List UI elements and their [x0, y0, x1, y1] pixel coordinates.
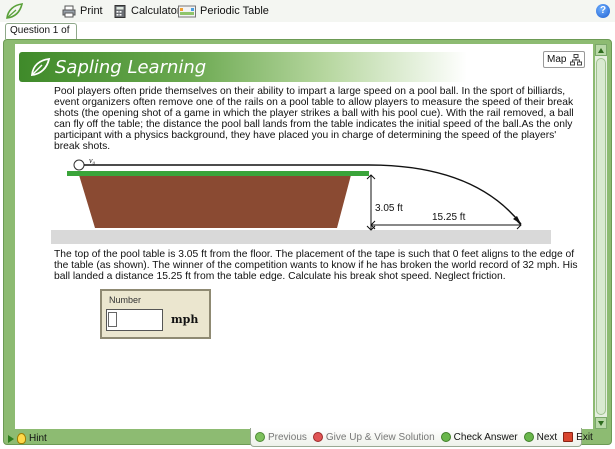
map-button[interactable]: Map [543, 51, 585, 68]
sapling-leaf-icon [30, 57, 51, 77]
lightbulb-icon [17, 433, 26, 444]
periodic-table-icon [178, 5, 196, 17]
check-answer-button[interactable]: Check Answer [440, 431, 518, 443]
print-label: Print [80, 5, 103, 17]
exit-button[interactable]: Exit [563, 432, 593, 443]
top-toolbar: Print Calculator Periodic Table ? [0, 0, 615, 22]
sapling-leaf-icon [6, 3, 24, 19]
checkmark-icon [440, 432, 451, 442]
action-bar: Previous Give Up & View Solution Check A… [250, 428, 593, 447]
give-up-icon [312, 432, 323, 442]
next-button[interactable]: Next [523, 431, 558, 443]
arrow-up-icon [598, 48, 604, 53]
answer-label: Number [109, 295, 142, 305]
next-icon [523, 432, 534, 442]
vertical-scrollbar[interactable] [595, 44, 607, 429]
give-up-label: Give Up & View Solution [325, 431, 435, 443]
question-body: The top of the pool table is 3.05 ft fro… [54, 249, 578, 282]
answer-box: Number mph [100, 289, 211, 339]
header-banner: Sapling Learning [19, 52, 579, 82]
previous-label: Previous [268, 431, 307, 443]
question-panel: Sapling Learning Map Pool players often … [15, 44, 593, 429]
calculator-button[interactable]: Calculator [113, 3, 181, 19]
help-icon[interactable]: ? [596, 4, 610, 18]
next-label: Next [536, 431, 558, 443]
scroll-up-button[interactable] [595, 44, 607, 56]
tab-question[interactable]: Question 1 of 14 [5, 23, 77, 50]
periodic-table-button[interactable]: Periodic Table [178, 3, 269, 19]
table-body [79, 175, 351, 228]
floor [51, 230, 551, 244]
exit-icon [563, 432, 574, 442]
scroll-thumb[interactable] [596, 58, 606, 415]
give-up-button[interactable]: Give Up & View Solution [312, 431, 435, 443]
velocity-label: v₀ [89, 156, 96, 165]
exit-label: Exit [576, 431, 593, 443]
brand-name: Sapling Learning [55, 56, 207, 78]
distance-label: 15.25 ft [432, 212, 466, 223]
previous-button[interactable]: Previous [255, 432, 307, 443]
answer-input[interactable] [106, 309, 163, 331]
brand-logo: Sapling Learning [29, 56, 206, 78]
trajectory-arrowhead [513, 216, 521, 224]
sitemap-icon [570, 54, 582, 66]
print-button[interactable]: Print [62, 3, 103, 19]
arrow-down-icon [598, 421, 604, 426]
printer-icon [62, 5, 76, 17]
calculator-icon [114, 4, 126, 18]
previous-icon [255, 432, 265, 442]
periodic-table-label: Periodic Table [200, 5, 269, 17]
question-intro: Pool players often pride themselves on t… [54, 86, 574, 152]
answer-unit: mph [171, 313, 199, 326]
height-label: 3.05 ft [375, 203, 403, 214]
bottom-bar: Hint Previous Give Up & View Solution Ch… [0, 428, 615, 449]
calculator-label: Calculator [131, 5, 181, 17]
hint-button[interactable]: Hint [8, 433, 47, 444]
expand-arrow-icon [8, 434, 14, 443]
check-answer-label: Check Answer [453, 431, 518, 443]
pool-ball [73, 159, 85, 171]
table-top [67, 171, 369, 176]
pool-table-diagram: 3.05 ft 15.25 ft v₀ [51, 156, 551, 244]
map-label: Map [547, 54, 567, 65]
hint-label: Hint [29, 433, 47, 444]
